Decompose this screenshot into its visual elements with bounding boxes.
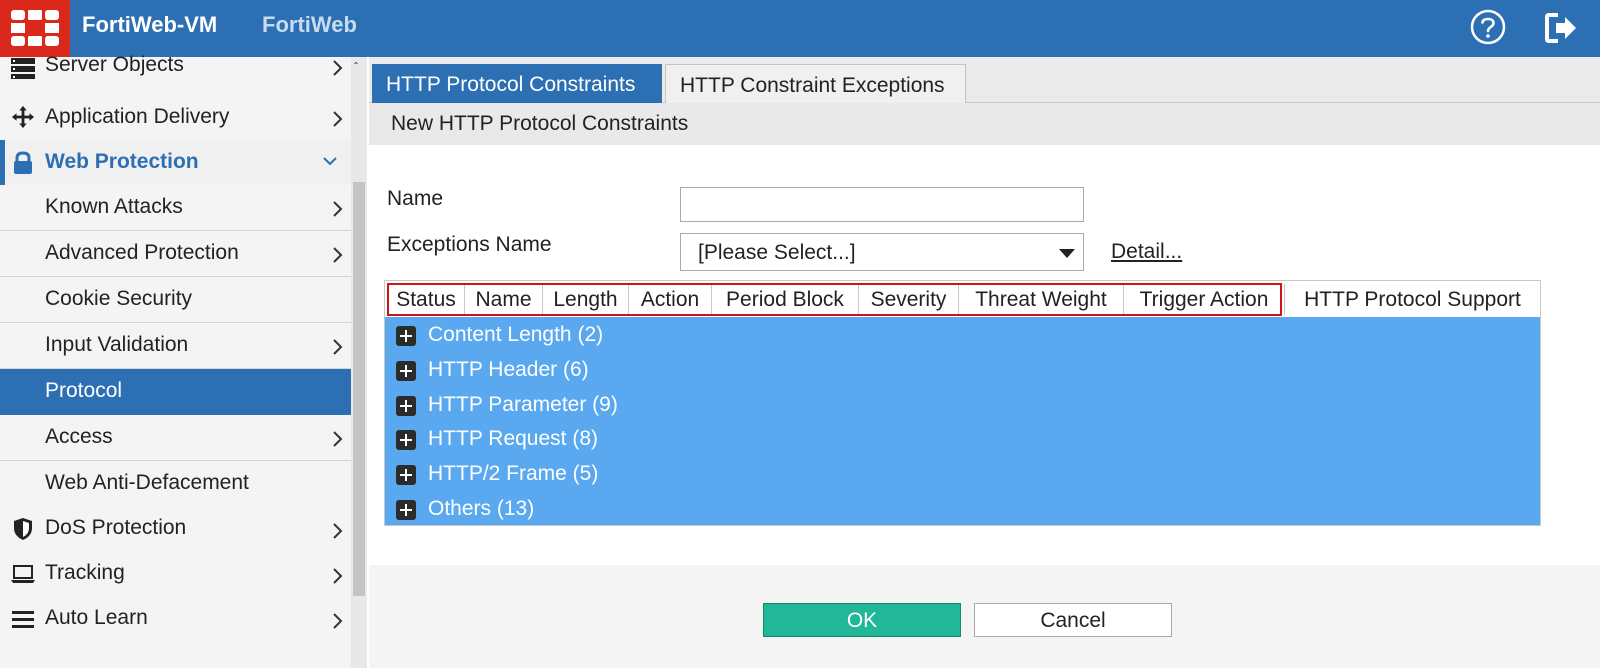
sidebar-item-label: DoS Protection bbox=[45, 516, 187, 539]
caret-down-icon bbox=[1059, 249, 1075, 258]
sidebar-item-label: Cookie Security bbox=[45, 287, 193, 310]
sidebar-item-label: Server Objects bbox=[45, 53, 184, 76]
sidebar-scrollbar-thumb[interactable] bbox=[353, 182, 365, 596]
chevron-right-icon bbox=[333, 60, 343, 76]
sidebar-item-web-anti-defacement[interactable]: Web Anti-Defacement bbox=[0, 461, 358, 507]
sidebar-item-known-attacks[interactable]: Known Attacks bbox=[0, 185, 358, 231]
expand-plus-icon[interactable] bbox=[396, 396, 416, 416]
sidebar-item-label: Auto Learn bbox=[45, 606, 148, 629]
name-input[interactable] bbox=[680, 187, 1084, 222]
ok-button[interactable]: OK bbox=[763, 603, 961, 637]
menu-lines-icon bbox=[12, 611, 34, 628]
column-header-http-protocol-support[interactable]: HTTP Protocol Support bbox=[1285, 284, 1540, 316]
tab-http-protocol-constraints[interactable]: HTTP Protocol Constraints bbox=[372, 64, 662, 103]
chevron-right-icon bbox=[333, 613, 343, 629]
expand-plus-icon[interactable] bbox=[396, 361, 416, 381]
sidebar-item-server-objects[interactable]: Server Objects bbox=[0, 50, 358, 96]
sidebar-item-application-delivery[interactable]: Application Delivery bbox=[0, 95, 358, 141]
sidebar-item-label: Known Attacks bbox=[45, 195, 183, 218]
sidebar-item-tracking[interactable]: Tracking bbox=[0, 552, 358, 598]
expand-plus-icon[interactable] bbox=[396, 326, 416, 346]
exceptions-name-label: Exceptions Name bbox=[387, 233, 552, 256]
fortinet-logo-icon bbox=[11, 10, 59, 46]
sidebar-item-advanced-protection[interactable]: Advanced Protection bbox=[0, 231, 358, 277]
group-label: HTTP Parameter (9) bbox=[428, 393, 618, 416]
sidebar-item-label: Web Anti-Defacement bbox=[45, 471, 249, 494]
chevron-down-icon bbox=[323, 157, 337, 166]
chevron-right-icon bbox=[333, 111, 343, 127]
app-title: FortiWeb-VM bbox=[82, 12, 218, 37]
chevron-right-icon bbox=[333, 247, 343, 263]
expand-plus-icon[interactable] bbox=[396, 430, 416, 450]
sidebar-item-web-protection[interactable]: Web Protection bbox=[0, 140, 358, 186]
form-header: New HTTP Protocol Constraints bbox=[369, 103, 1600, 145]
exceptions-name-select[interactable]: [Please Select...] bbox=[680, 233, 1084, 271]
sidebar-item-access[interactable]: Access bbox=[0, 415, 358, 461]
tab-http-constraint-exceptions[interactable]: HTTP Constraint Exceptions bbox=[665, 64, 966, 103]
group-label: HTTP/2 Frame (5) bbox=[428, 462, 599, 485]
group-label: Content Length (2) bbox=[428, 323, 604, 346]
logout-icon[interactable] bbox=[1544, 11, 1578, 45]
highlight-box bbox=[387, 283, 1282, 316]
sidebar-item-label: Tracking bbox=[45, 561, 125, 584]
sidebar-item-auto-learn[interactable]: Auto Learn bbox=[0, 597, 358, 643]
sidebar-item-input-validation[interactable]: Input Validation bbox=[0, 323, 358, 369]
server-icon bbox=[11, 58, 35, 79]
laptop-icon bbox=[11, 565, 35, 583]
sidebar-item-label: Access bbox=[45, 425, 113, 448]
help-icon[interactable] bbox=[1470, 9, 1506, 45]
grid-body bbox=[385, 317, 1540, 525]
cancel-button[interactable]: Cancel bbox=[974, 603, 1172, 637]
top-bar bbox=[0, 0, 1600, 57]
expand-plus-icon[interactable] bbox=[396, 465, 416, 485]
sidebar-item-label: Web Protection bbox=[45, 150, 199, 173]
lock-icon bbox=[14, 151, 32, 174]
chevron-right-icon bbox=[333, 431, 343, 447]
chevron-right-icon bbox=[333, 339, 343, 355]
form-title: New HTTP Protocol Constraints bbox=[391, 112, 689, 135]
group-label: Others (13) bbox=[428, 497, 535, 520]
sidebar-item-label: Protocol bbox=[45, 379, 123, 402]
group-label: HTTP Request (8) bbox=[428, 427, 598, 450]
sidebar-item-label: Application Delivery bbox=[45, 105, 230, 128]
group-label: HTTP Header (6) bbox=[428, 358, 589, 381]
chevron-right-icon bbox=[333, 568, 343, 584]
detail-link[interactable]: Detail... bbox=[1111, 240, 1182, 264]
chevron-right-icon bbox=[333, 201, 343, 217]
sidebar-item-cookie-security[interactable]: Cookie Security bbox=[0, 277, 358, 323]
sidebar-item-label: Advanced Protection bbox=[45, 241, 239, 264]
expand-plus-icon[interactable] bbox=[396, 500, 416, 520]
fortinet-logo[interactable] bbox=[0, 0, 70, 57]
shield-icon bbox=[14, 518, 32, 540]
sidebar-item-label: Input Validation bbox=[45, 333, 189, 356]
scroll-up-icon[interactable]: ˆ bbox=[354, 60, 358, 74]
chevron-right-icon bbox=[333, 523, 343, 539]
sidebar-item-dos-protection[interactable]: DoS Protection bbox=[0, 507, 358, 553]
select-value: [Please Select...] bbox=[698, 241, 856, 264]
sidebar-item-protocol[interactable]: Protocol bbox=[0, 369, 358, 415]
move-arrows-icon bbox=[11, 105, 35, 129]
app-subtitle: FortiWeb bbox=[262, 12, 357, 37]
name-label: Name bbox=[387, 187, 444, 210]
